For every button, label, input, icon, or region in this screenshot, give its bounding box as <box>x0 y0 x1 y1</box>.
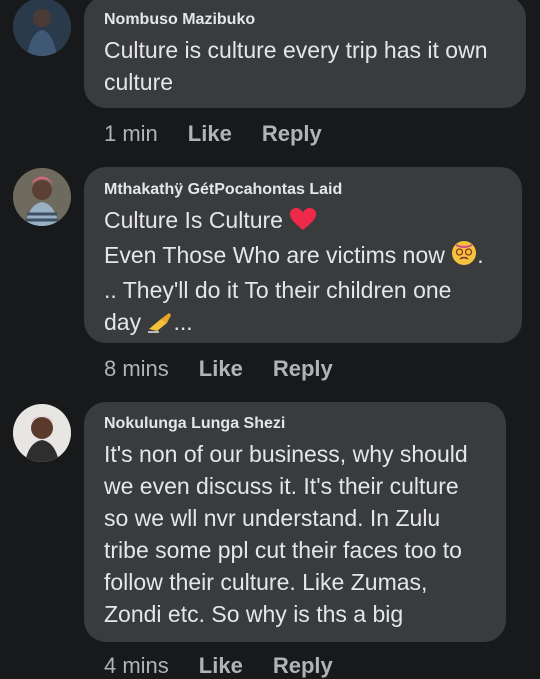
comment-text-segment: ... <box>173 309 193 335</box>
writing-hand-icon <box>147 309 173 341</box>
comment-author[interactable]: Nokulunga Lunga Shezi <box>104 414 486 434</box>
comment-text-line: Even Those Who are victims now . <box>104 239 502 274</box>
comment-time[interactable]: 1 min <box>104 121 158 147</box>
avatar[interactable] <box>13 404 71 462</box>
like-button[interactable]: Like <box>199 653 243 679</box>
comment-bubble: Nombuso Mazibuko Culture is culture ever… <box>84 0 526 108</box>
comment-text-line: so we wll nvr understand. In Zulu <box>104 505 441 531</box>
comment-bubble: Mthakathÿ GétPocahontas Laid Culture Is … <box>84 167 522 343</box>
comment-actions: 4 mins Like Reply <box>104 653 333 679</box>
comment-text-line: we even discuss it. It's their culture <box>104 473 459 499</box>
comment-text: Culture Is Culture Even Those Who are vi… <box>104 204 502 341</box>
reply-button[interactable]: Reply <box>273 356 333 382</box>
comment-text-line: follow their culture. Like Zumas, <box>104 569 428 595</box>
like-button[interactable]: Like <box>199 356 243 382</box>
comment-author[interactable]: Mthakathÿ GétPocahontas Laid <box>104 180 502 200</box>
comment-bubble: Nokulunga Lunga Shezi It's non of our bu… <box>84 402 506 642</box>
comment-text-segment: . <box>477 242 484 268</box>
comment-text-line: It's non of our business, why should <box>104 441 468 467</box>
comment-text-segment: Even Those Who are victims now <box>104 242 445 268</box>
comment-text-line: tribe some ppl cut their faces too to <box>104 537 462 563</box>
comment-text-line: Culture is culture every trip has it own <box>104 37 488 63</box>
like-button[interactable]: Like <box>188 121 232 147</box>
heart-icon <box>289 207 317 239</box>
comment-text-line: .. They'll do it To their children one <box>104 277 452 303</box>
avatar[interactable] <box>13 0 71 56</box>
reply-button[interactable]: Reply <box>262 121 322 147</box>
comment-text-line: day ... <box>104 306 502 341</box>
face-with-spiral-eyes-icon <box>451 240 477 274</box>
comment-text: It's non of our business, why should we … <box>104 438 486 630</box>
comment-text-line: Culture Is Culture <box>104 204 502 239</box>
comment-author[interactable]: Nombuso Mazibuko <box>104 10 506 30</box>
comment-text-line: Zondi etc. So why is ths a big <box>104 601 404 627</box>
comment-actions: 8 mins Like Reply <box>104 356 333 382</box>
comment-text: Culture is culture every trip has it own… <box>104 34 506 98</box>
comment-text-segment: Culture Is Culture <box>104 207 283 233</box>
avatar[interactable] <box>13 168 71 226</box>
reply-button[interactable]: Reply <box>273 653 333 679</box>
comment-time[interactable]: 8 mins <box>104 356 169 382</box>
comment-text-segment: day <box>104 309 142 335</box>
comment-time[interactable]: 4 mins <box>104 653 169 679</box>
comment-actions: 1 min Like Reply <box>104 121 322 147</box>
comment-text-line: culture <box>104 69 174 95</box>
